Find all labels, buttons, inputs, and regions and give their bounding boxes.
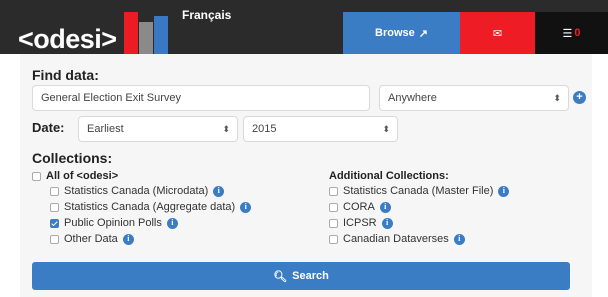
add-search-field-icon[interactable]: + [573, 91, 586, 104]
info-icon[interactable]: i [213, 185, 225, 197]
collection-cora[interactable]: CORA i [329, 201, 391, 213]
search-scope-select[interactable]: Anywhere ⬍ [379, 85, 569, 111]
browse-label: Browse [375, 27, 415, 39]
info-icon[interactable]: i [166, 217, 178, 229]
collection-statcan-aggregate[interactable]: Statistics Canada (Aggregate data) i [50, 201, 252, 213]
logo-bar-blue [154, 16, 168, 54]
search-query-input[interactable]: General Election Exit Survey [32, 85, 370, 111]
collection-label: Statistics Canada (Aggregate data) [64, 201, 236, 213]
magnifier-icon: 🔍︎ [273, 270, 288, 283]
additional-collections-heading: Additional Collections: [329, 170, 449, 182]
info-icon[interactable]: i [381, 217, 393, 229]
external-link-icon: ↗ [418, 27, 428, 40]
select-arrows-icon: ⬍ [382, 123, 390, 134]
checkbox[interactable] [50, 234, 59, 244]
list-icon: ☰ [562, 27, 573, 40]
search-button-label: Search [292, 270, 329, 282]
select-arrows-icon: ⬍ [553, 92, 561, 103]
checkbox[interactable] [329, 186, 338, 196]
browse-button[interactable]: Browse ↗ [343, 12, 460, 54]
collection-label: ICPSR [343, 217, 377, 229]
odesi-logo[interactable]: <odesi> [18, 24, 117, 55]
date-to-value: 2015 [252, 123, 277, 135]
collection-statcan-microdata[interactable]: Statistics Canada (Microdata) i [50, 185, 225, 197]
collection-statcan-master-file[interactable]: Statistics Canada (Master File) i [329, 185, 510, 197]
collection-label: Other Data [64, 233, 118, 245]
saved-list-count: 0 [574, 27, 581, 39]
collections-heading: Collections: [32, 150, 113, 166]
date-to-select[interactable]: 2015 ⬍ [243, 116, 398, 142]
date-label: Date: [32, 120, 65, 135]
collection-label: CORA [343, 201, 375, 213]
collection-canadian-dataverses[interactable]: Canadian Dataverses i [329, 233, 465, 245]
collection-label: Public Opinion Polls [64, 217, 162, 229]
info-icon[interactable]: i [453, 233, 465, 245]
envelope-icon: ✉ [492, 27, 503, 40]
collection-all-odesi[interactable]: All of <odesi> [32, 170, 118, 182]
checkbox[interactable] [50, 202, 59, 212]
collection-label: Statistics Canada (Master File) [343, 185, 494, 197]
checkbox[interactable] [329, 202, 338, 212]
collection-label: Statistics Canada (Microdata) [64, 185, 209, 197]
date-from-select[interactable]: Earliest ⬍ [78, 116, 238, 142]
search-scope-value: Anywhere [388, 92, 437, 104]
select-arrows-icon: ⬍ [222, 123, 230, 134]
collection-other-data[interactable]: Other Data i [50, 233, 134, 245]
collection-public-opinion-polls[interactable]: Public Opinion Polls i [50, 217, 178, 229]
checkbox[interactable] [50, 186, 59, 196]
checkbox[interactable] [32, 171, 41, 181]
mail-button[interactable]: ✉ [460, 12, 535, 54]
checkbox-checked[interactable] [50, 218, 59, 228]
find-data-heading: Find data: [32, 67, 99, 83]
search-query-value: General Election Exit Survey [41, 92, 182, 104]
language-toggle-link[interactable]: Français [182, 8, 231, 22]
collection-label: Canadian Dataverses [343, 233, 449, 245]
info-icon[interactable]: i [240, 201, 252, 213]
checkbox[interactable] [329, 234, 338, 244]
collection-label: All of <odesi> [46, 170, 119, 182]
info-icon[interactable]: i [122, 233, 134, 245]
logo-bar-gray [139, 22, 153, 54]
logo-bar-red [124, 12, 138, 54]
info-icon[interactable]: i [498, 185, 510, 197]
checkbox[interactable] [329, 218, 338, 228]
search-button[interactable]: 🔍︎ Search [32, 262, 570, 290]
collection-icpsr[interactable]: ICPSR i [329, 217, 393, 229]
date-from-value: Earliest [87, 123, 124, 135]
info-icon[interactable]: i [379, 201, 391, 213]
saved-list-button[interactable]: ☰ 0 [535, 12, 608, 54]
